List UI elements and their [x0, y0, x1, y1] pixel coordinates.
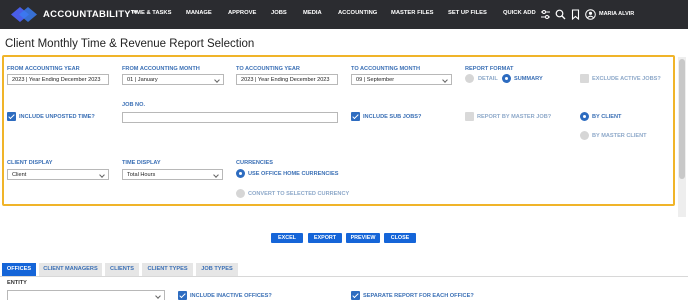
nav-media[interactable]: MEDIA [303, 10, 322, 16]
logo-text: ACCOUNTABILITYTM [43, 8, 138, 21]
job-no-input[interactable] [122, 112, 338, 123]
app-logo[interactable]: ACCOUNTABILITYTM [11, 6, 137, 23]
detail-radio-label: DETAIL [478, 76, 498, 82]
report-format-label: REPORT FORMAT [465, 66, 514, 72]
user-name[interactable]: MARIA ALVIR [599, 11, 634, 17]
close-button[interactable]: CLOSE [384, 233, 416, 243]
tab-offices[interactable]: OFFICES [2, 263, 36, 276]
nav-jobs[interactable]: JOBS [271, 10, 287, 16]
time-display-value: Total Hours [127, 172, 156, 178]
separate-report-checkbox[interactable] [351, 291, 360, 300]
separate-report-label: SEPARATE REPORT FOR EACH OFFICE? [363, 293, 474, 299]
scrollbar[interactable] [678, 57, 686, 217]
bookmark-icon[interactable] [570, 9, 581, 20]
convert-to-selected-currency-radio[interactable] [236, 189, 245, 198]
from-month-value: 01 | January [127, 77, 158, 83]
by-client-radio[interactable] [580, 112, 589, 121]
entity-label: ENTITY [7, 280, 27, 286]
report-by-master-job-label: REPORT BY MASTER JOB? [477, 114, 552, 120]
page-title: Client Monthly Time & Revenue Report Sel… [5, 38, 255, 50]
chevron-down-icon [442, 77, 448, 83]
include-sub-jobs-checkbox[interactable] [351, 112, 360, 121]
by-master-client-label: BY MASTER CLIENT [592, 133, 647, 139]
search-icon[interactable] [555, 9, 566, 20]
sliders-icon[interactable] [540, 9, 551, 20]
nav-manage[interactable]: MANAGE [186, 10, 212, 16]
exclude-active-jobs-label: EXCLUDE ACTIVE JOBS? [592, 76, 661, 82]
chevron-down-icon [214, 77, 220, 83]
tab-clients[interactable]: CLIENTS [105, 263, 139, 276]
tabs-divider [0, 276, 688, 277]
include-inactive-offices-label: INCLUDE INACTIVE OFFICES? [190, 293, 272, 299]
exclude-active-jobs-checkbox[interactable] [580, 74, 589, 83]
use-office-home-currencies-label: USE OFFICE HOME CURRENCIES [248, 171, 339, 177]
time-display-label: TIME DISPLAY [122, 160, 161, 166]
summary-radio-label: SUMMARY [514, 76, 543, 82]
nav-set-up-files[interactable]: SET UP FILES [448, 10, 487, 16]
to-month-label: TO ACCOUNTING MONTH [351, 66, 420, 72]
include-sub-jobs-label: INCLUDE SUB JOBS? [363, 114, 422, 120]
nav-approve[interactable]: APPROVE [228, 10, 256, 16]
tab-client-managers[interactable]: CLIENT MANAGERS [39, 263, 102, 276]
to-year-value: 2023 | Year Ending December 2023 [241, 77, 330, 83]
report-by-master-job-checkbox[interactable] [465, 112, 474, 121]
entity-select[interactable] [7, 290, 165, 300]
from-month-select[interactable]: 01 | January [122, 74, 224, 85]
to-month-select[interactable]: 09 | September [351, 74, 452, 85]
summary-radio[interactable] [502, 74, 511, 83]
include-inactive-offices-checkbox[interactable] [178, 291, 187, 300]
client-display-select[interactable]: Client [7, 169, 109, 180]
chevron-down-icon [155, 293, 161, 299]
user-icon[interactable] [585, 9, 596, 20]
convert-to-selected-currency-label: CONVERT TO SELECTED CURRENCY [248, 191, 350, 197]
job-no-label: JOB NO. [122, 102, 146, 108]
nav-time-tasks[interactable]: TIME & TASKS [131, 10, 171, 16]
scrollbar-thumb[interactable] [679, 59, 685, 179]
detail-radio[interactable] [465, 74, 474, 83]
from-month-label: FROM ACCOUNTING MONTH [122, 66, 200, 72]
client-display-value: Client [12, 172, 27, 178]
nav-master-files[interactable]: MASTER FILES [391, 10, 434, 16]
from-year-select[interactable]: 2023 | Year Ending December 2023 [7, 74, 109, 85]
excel-button[interactable]: EXCEL [271, 233, 303, 243]
chevron-down-icon [213, 172, 219, 178]
from-year-value: 2023 | Year Ending December 2023 [12, 77, 101, 83]
currencies-label: CURRENCIES [236, 160, 273, 166]
nav-accounting[interactable]: ACCOUNTING [338, 10, 377, 16]
nav-quick-add[interactable]: QUICK ADD [503, 10, 536, 16]
by-client-label: BY CLIENT [592, 114, 622, 120]
export-button[interactable]: EXPORT [308, 233, 342, 243]
by-master-client-radio[interactable] [580, 131, 589, 140]
preview-button[interactable]: PREVIEW [346, 233, 380, 243]
time-display-select[interactable]: Total Hours [122, 169, 223, 180]
tab-job-types[interactable]: JOB TYPES [196, 263, 238, 276]
use-office-home-currencies-radio[interactable] [236, 169, 245, 178]
client-display-label: CLIENT DISPLAY [7, 160, 53, 166]
to-year-label: TO ACCOUNTING YEAR [236, 66, 300, 72]
logo-diamond-icon [11, 7, 37, 22]
chevron-down-icon [99, 172, 105, 178]
include-unposted-time-label: INCLUDE UNPOSTED TIME? [19, 114, 95, 120]
top-nav-bar: ACCOUNTABILITYTM TIME & TASKS MANAGE APP… [0, 0, 688, 29]
from-year-label: FROM ACCOUNTING YEAR [7, 66, 80, 72]
tab-client-types[interactable]: CLIENT TYPES [142, 263, 193, 276]
include-unposted-time-checkbox[interactable] [7, 112, 16, 121]
to-year-select[interactable]: 2023 | Year Ending December 2023 [236, 74, 338, 85]
to-month-value: 09 | September [356, 77, 395, 83]
